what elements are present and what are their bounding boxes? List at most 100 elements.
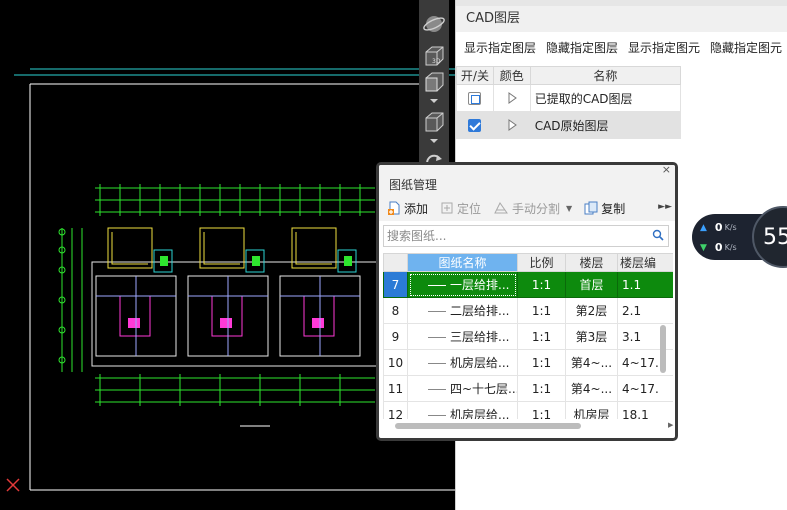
layer-visibility-checkbox[interactable]: [468, 118, 482, 132]
split-icon: [494, 202, 508, 214]
download-unit: K/s: [724, 243, 737, 252]
scale-cell[interactable]: 1:1: [517, 349, 566, 376]
floor-code-cell[interactable]: 4~17.: [617, 375, 673, 402]
manual-split-label: 手动分割: [512, 201, 561, 216]
scroll-right-icon[interactable]: ▶: [668, 421, 673, 429]
floor-code-cell[interactable]: 2.1: [617, 297, 673, 324]
layer-actions: 显示指定图层 隐藏指定图层 显示指定图元 隐藏指定图元: [456, 34, 787, 60]
row-index: 12: [383, 401, 408, 419]
close-icon[interactable]: ×: [662, 165, 671, 176]
floor-cell[interactable]: 第3层: [565, 323, 618, 350]
chevron-down-icon[interactable]: ▼: [566, 204, 572, 213]
floor-code-cell[interactable]: 18.1: [617, 401, 673, 419]
color-swatch-icon[interactable]: [507, 92, 517, 104]
table-row[interactable]: 9 三层给排... 1:1 第3层 3.1: [383, 323, 673, 350]
download-value: 0: [714, 241, 723, 254]
download-speed: ▼ 0 K/s: [700, 241, 737, 254]
table-row[interactable]: 7 一层给排... 1:1 首层 1.1: [383, 271, 673, 298]
color-swatch-icon[interactable]: [507, 119, 517, 131]
column-header-color[interactable]: 颜色: [492, 66, 531, 85]
scale-cell[interactable]: 1:1: [517, 323, 566, 350]
drawing-name: 机房层给...: [450, 408, 510, 419]
tree-connector: [428, 363, 446, 364]
drawing-list[interactable]: 图纸名称 比例 楼层 楼层编 7 一层给排... 1:1 首层 1.1 8 二层…: [383, 253, 673, 419]
table-row[interactable]: 10 机房层给... 1:1 第4~... 4~17.: [383, 349, 673, 376]
scale-cell[interactable]: 1:1: [517, 375, 566, 402]
orbit-icon[interactable]: [422, 12, 446, 36]
drawing-search[interactable]: [383, 225, 669, 247]
row-index: 8: [383, 297, 408, 324]
drawing-table: 图纸名称 比例 楼层 楼层编 7 一层给排... 1:1 首层 1.1 8 二层…: [383, 253, 673, 419]
floor-cell[interactable]: 首层: [565, 271, 618, 298]
table-row[interactable]: CAD原始图层: [456, 111, 682, 139]
table-row[interactable]: 11 四~十七层... 1:1 第4~... 4~17.: [383, 375, 673, 402]
locate-button[interactable]: 定位: [440, 200, 481, 217]
copy-icon: [584, 201, 598, 215]
drawing-manager-window: × 图纸管理 添加 定位 手动分割 ▼ 复制 ►► 图纸名称: [376, 162, 678, 441]
dial-value: 55: [763, 224, 787, 250]
upload-speed: ▲ 0 K/s: [700, 221, 737, 234]
scale-cell[interactable]: 1:1: [517, 401, 566, 419]
add-label: 添加: [404, 201, 429, 216]
download-arrow-icon: ▼: [700, 242, 707, 253]
add-drawing-button[interactable]: 添加: [387, 200, 428, 217]
floor-cell[interactable]: 第4~...: [565, 349, 618, 376]
drawing-name: 一层给排...: [450, 278, 510, 292]
scale-cell[interactable]: 1:1: [517, 297, 566, 324]
floor-cell[interactable]: 机房层: [565, 401, 618, 419]
column-header-floor[interactable]: 楼层: [565, 253, 618, 272]
3d-view-icon[interactable]: 3D: [422, 44, 446, 68]
layer-table: 开/关 颜色 名称 已提取的CAD图层 CAD原始图层: [456, 66, 682, 139]
chevron-down-icon[interactable]: [422, 96, 446, 106]
drawing-name-cell[interactable]: 三层给排...: [407, 323, 518, 350]
copy-button[interactable]: 复制: [584, 200, 625, 217]
column-header-scale[interactable]: 比例: [517, 253, 566, 272]
search-icon[interactable]: [652, 229, 664, 241]
scale-cell[interactable]: 1:1: [517, 271, 566, 298]
horizontal-scrollbar[interactable]: [395, 423, 581, 429]
column-header-name[interactable]: 图纸名称: [407, 253, 518, 272]
floor-cell[interactable]: 第2层: [565, 297, 618, 324]
floor-cell[interactable]: 第4~...: [565, 375, 618, 402]
row-index: 11: [383, 375, 408, 402]
upload-arrow-icon: ▲: [700, 222, 707, 233]
chevron-down-icon[interactable]: [422, 136, 446, 146]
drawing-name: 三层给排...: [450, 330, 510, 344]
layer-visibility-checkbox[interactable]: [468, 91, 482, 105]
table-row[interactable]: 8 二层给排... 1:1 第2层 2.1: [383, 297, 673, 324]
table-row[interactable]: 12 机房层给... 1:1 机房层 18.1: [383, 401, 673, 419]
locate-icon: [441, 202, 453, 214]
locate-label: 定位: [457, 201, 482, 216]
svg-text:3D: 3D: [432, 58, 441, 65]
drawing-toolbar: 添加 定位 手动分割 ▼ 复制 ►►: [379, 195, 675, 221]
hide-layer-button[interactable]: 隐藏指定图层: [546, 39, 618, 56]
window-titlebar[interactable]: ×: [379, 165, 675, 176]
toolbar-overflow-icon[interactable]: ►►: [658, 202, 672, 212]
side-view-icon[interactable]: [422, 110, 446, 134]
hide-entity-button[interactable]: 隐藏指定图元: [710, 39, 782, 56]
tree-connector: [428, 337, 446, 338]
tree-connector: [428, 389, 446, 390]
upload-value: 0: [714, 221, 723, 234]
column-header-name[interactable]: 名称: [529, 66, 682, 85]
floor-code-cell[interactable]: 1.1: [617, 271, 673, 298]
drawing-name-cell[interactable]: 一层给排...: [407, 271, 518, 298]
table-row[interactable]: 已提取的CAD图层: [456, 84, 682, 112]
layer-name: CAD原始图层: [529, 111, 682, 139]
row-index: 10: [383, 349, 408, 376]
show-entity-button[interactable]: 显示指定图元: [628, 39, 700, 56]
drawing-name-cell[interactable]: 二层给排...: [407, 297, 518, 324]
drawing-name-cell[interactable]: 四~十七层...: [407, 375, 518, 402]
search-input[interactable]: [384, 226, 644, 246]
row-index: 7: [383, 271, 408, 298]
drawing-name: 四~十七层...: [450, 382, 518, 396]
tree-connector: [428, 415, 446, 416]
top-view-icon[interactable]: [422, 70, 446, 94]
vertical-scrollbar[interactable]: [660, 325, 666, 373]
column-header-floor-code[interactable]: 楼层编: [617, 253, 673, 272]
manual-split-button[interactable]: 手动分割 ▼: [493, 200, 572, 217]
column-header-toggle[interactable]: 开/关: [456, 66, 494, 85]
show-layer-button[interactable]: 显示指定图层: [464, 39, 536, 56]
drawing-name-cell[interactable]: 机房层给...: [407, 349, 518, 376]
drawing-name-cell[interactable]: 机房层给...: [407, 401, 518, 419]
